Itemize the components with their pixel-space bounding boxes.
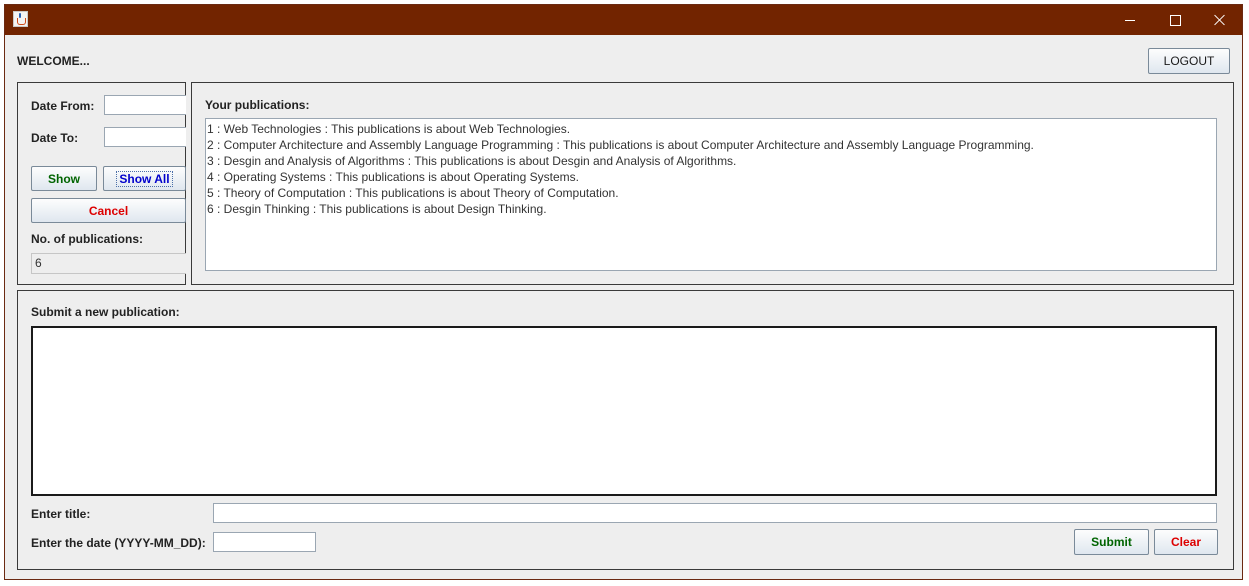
- title-input[interactable]: [213, 503, 1217, 523]
- publication-item: 6 : Desgin Thinking : This publications …: [207, 202, 547, 216]
- submit-heading: Submit a new publication:: [31, 305, 180, 319]
- date-from-field[interactable]: [104, 95, 186, 115]
- close-button[interactable]: [1197, 5, 1243, 35]
- title-bar[interactable]: [5, 5, 1242, 35]
- java-coffee-cup-icon[interactable]: [13, 11, 28, 27]
- publication-body-textarea[interactable]: [31, 326, 1217, 496]
- minimize-icon: [1125, 19, 1135, 21]
- date-from-label: Date From:: [31, 99, 95, 113]
- submit-button[interactable]: Submit: [1074, 529, 1149, 555]
- show-button[interactable]: Show: [31, 166, 97, 191]
- publication-item: 3 : Desgin and Analysis of Algorithms : …: [207, 154, 737, 168]
- title-label: Enter title:: [31, 507, 91, 521]
- publications-heading: Your publications:: [205, 98, 310, 112]
- publication-count-value: 6: [31, 253, 186, 274]
- welcome-label: WELCOME...: [17, 54, 90, 68]
- publications-panel: Your publications: 1 : Web Technologies …: [191, 82, 1234, 285]
- publication-count-label: No. of publications:: [31, 232, 143, 246]
- show-all-button[interactable]: Show All: [103, 166, 186, 191]
- date-to-field[interactable]: [104, 127, 186, 147]
- show-all-label: Show All: [116, 170, 173, 187]
- publication-item: 4 : Operating Systems : This publication…: [207, 170, 579, 184]
- date-to-label: Date To:: [31, 131, 79, 145]
- date-input[interactable]: [213, 532, 316, 552]
- maximize-button[interactable]: [1152, 5, 1198, 35]
- date-label: Enter the date (YYYY-MM_DD):: [31, 536, 206, 550]
- minimize-button[interactable]: [1107, 5, 1153, 35]
- application-window: WELCOME... LOGOUT Date From: Date To: Sh…: [4, 4, 1243, 580]
- publication-item: 1 : Web Technologies : This publications…: [207, 122, 571, 136]
- submit-publication-panel: Submit a new publication: Enter title: E…: [17, 290, 1234, 570]
- publication-item: 2 : Computer Architecture and Assembly L…: [207, 138, 1034, 152]
- publication-item: 5 : Theory of Computation : This publica…: [207, 186, 619, 200]
- maximize-icon: [1169, 14, 1181, 26]
- clear-button[interactable]: Clear: [1154, 529, 1218, 555]
- logout-button[interactable]: LOGOUT: [1148, 48, 1230, 74]
- close-icon: [1214, 14, 1226, 26]
- cancel-button[interactable]: Cancel: [31, 198, 186, 223]
- filter-panel: Date From: Date To: Show Show All Cancel…: [17, 82, 186, 285]
- publications-list[interactable]: 1 : Web Technologies : This publications…: [205, 118, 1217, 271]
